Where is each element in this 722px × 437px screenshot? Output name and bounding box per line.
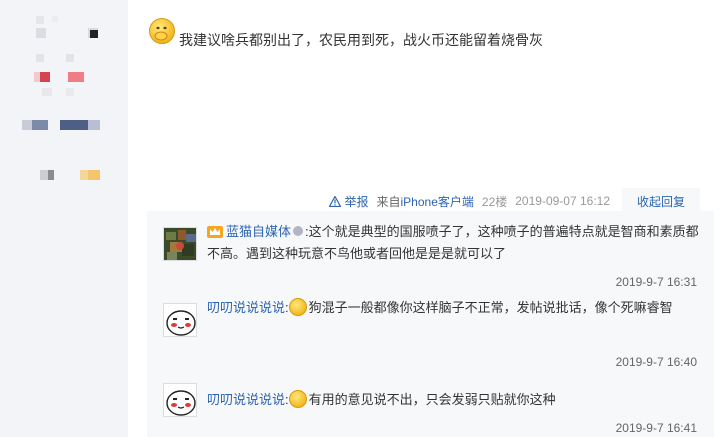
reply-item: 叨叨说说说说: 有用的意见说不出，只会发弱只贴就你这种 2019-9-7 16:4… bbox=[163, 383, 703, 437]
blurred-username bbox=[22, 118, 106, 132]
reply-item: 蓝猫自媒体:这个就是典型的国服喷子了，这种喷子的普遍特点就是智商和素质都不高。遇… bbox=[163, 224, 703, 297]
client-prefix: 来自 bbox=[376, 194, 401, 209]
reply-content: 叨叨说说说说: 狗混子一般都像你这样脑子不正常，发帖说批话，像个死嘛睿智 bbox=[207, 297, 707, 319]
reply-text: 狗混子一般都像你这样脑子不正常，发帖说批话，像个死嘛睿智 bbox=[308, 300, 673, 315]
covering-mouth-emoji-icon bbox=[149, 18, 175, 44]
avatar[interactable] bbox=[163, 383, 197, 417]
reply-username[interactable]: 蓝猫自媒体 bbox=[226, 224, 291, 239]
reply-content: 叨叨说说说说: 有用的意见说不出，只会发弱只贴就你这种 bbox=[207, 389, 707, 411]
reply-username[interactable]: 叨叨说说说说 bbox=[207, 392, 285, 407]
reply-text: 有用的意见说不出，只会发弱只贴就你这种 bbox=[308, 392, 556, 407]
avatar[interactable] bbox=[163, 227, 197, 261]
user-sidebar bbox=[0, 0, 128, 437]
floor-number: 22楼 bbox=[481, 194, 508, 209]
crown-vip-icon bbox=[207, 226, 223, 238]
client-name-link[interactable]: iPhone客户端 bbox=[401, 195, 474, 209]
warning-icon bbox=[329, 195, 342, 207]
reply-time: 2019-9-7 16:40 bbox=[615, 355, 697, 369]
verified-mark-icon bbox=[293, 226, 304, 236]
blurred-level-badge bbox=[22, 168, 106, 182]
reply-list: 蓝猫自媒体:这个就是典型的国服喷子了，这种喷子的普遍特点就是智商和素质都不高。遇… bbox=[147, 211, 714, 437]
reply-time: 2019-9-7 16:31 bbox=[615, 275, 697, 289]
avatar[interactable] bbox=[163, 303, 197, 337]
client-source: 来自iPhone客户端 bbox=[377, 193, 474, 210]
blurred-avatar bbox=[22, 14, 108, 100]
thinking-emoji-icon bbox=[288, 298, 307, 316]
report-label: 举报 bbox=[344, 194, 369, 209]
report-link[interactable]: 举报 bbox=[329, 193, 369, 210]
smile-emoji-icon bbox=[288, 390, 307, 408]
reply-username[interactable]: 叨叨说说说说 bbox=[207, 300, 285, 315]
post-text: 我建议啥兵都别出了，农民用到死，战火币还能留着烧骨灰 bbox=[179, 32, 543, 48]
post-timestamp: 2019-09-07 16:12 bbox=[515, 194, 610, 208]
reply-item: 叨叨说说说说: 狗混子一般都像你这样脑子不正常，发帖说批话，像个死嘛睿智 2019… bbox=[163, 298, 703, 373]
reply-time: 2019-9-7 16:41 bbox=[615, 421, 697, 435]
reply-content: 蓝猫自媒体:这个就是典型的国服喷子了，这种喷子的普遍特点就是智商和素质都不高。遇… bbox=[207, 221, 707, 265]
